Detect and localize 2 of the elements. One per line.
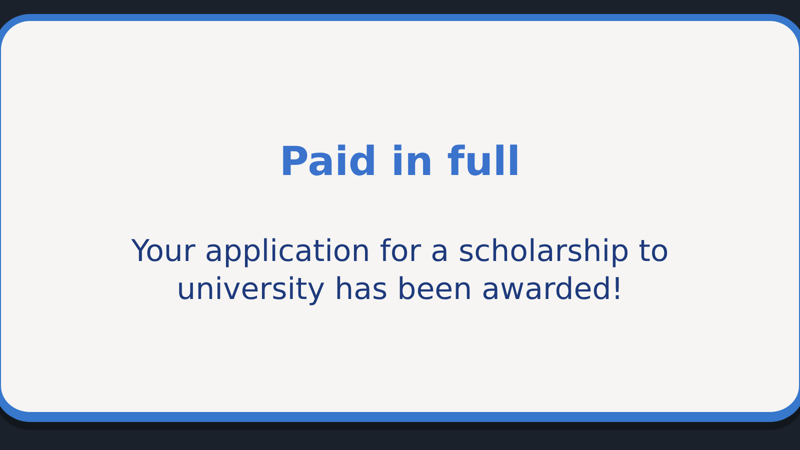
popup-title: Paid in full — [280, 139, 520, 185]
popup-message: Your application for a scholarship to university has been awarded! — [130, 233, 670, 310]
